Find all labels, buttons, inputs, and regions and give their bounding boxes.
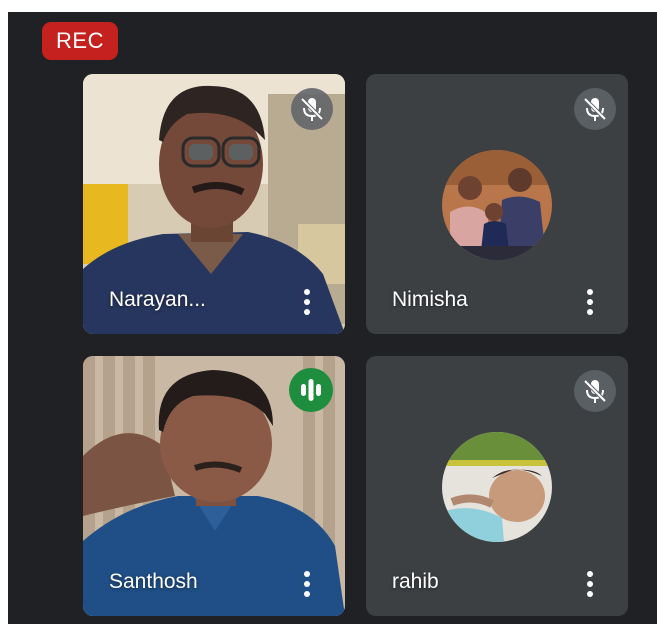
participant-tile-1[interactable]: Narayan... — [83, 74, 345, 334]
mic-off-icon — [574, 370, 616, 412]
more-vert-icon[interactable] — [580, 568, 600, 600]
participant-tile-4[interactable]: rahib — [366, 356, 628, 616]
more-vert-icon[interactable] — [297, 286, 317, 318]
meeting-stage: REC Narayan... Nimisha Santhosh rahib — [8, 12, 657, 624]
mic-off-icon — [291, 88, 333, 130]
recording-badge: REC — [42, 22, 118, 60]
more-vert-icon[interactable] — [580, 286, 600, 318]
avatar — [442, 432, 552, 542]
mic-off-icon — [574, 88, 616, 130]
participant-name: Santhosh — [109, 570, 198, 593]
participant-name: Narayan... — [109, 288, 206, 311]
participant-name: Nimisha — [392, 288, 468, 311]
participant-name: rahib — [392, 570, 439, 593]
participant-tile-2[interactable]: Nimisha — [366, 74, 628, 334]
avatar — [442, 150, 552, 260]
more-vert-icon[interactable] — [297, 568, 317, 600]
audio-level-icon — [289, 368, 333, 412]
participant-tile-3[interactable]: Santhosh — [83, 356, 345, 616]
